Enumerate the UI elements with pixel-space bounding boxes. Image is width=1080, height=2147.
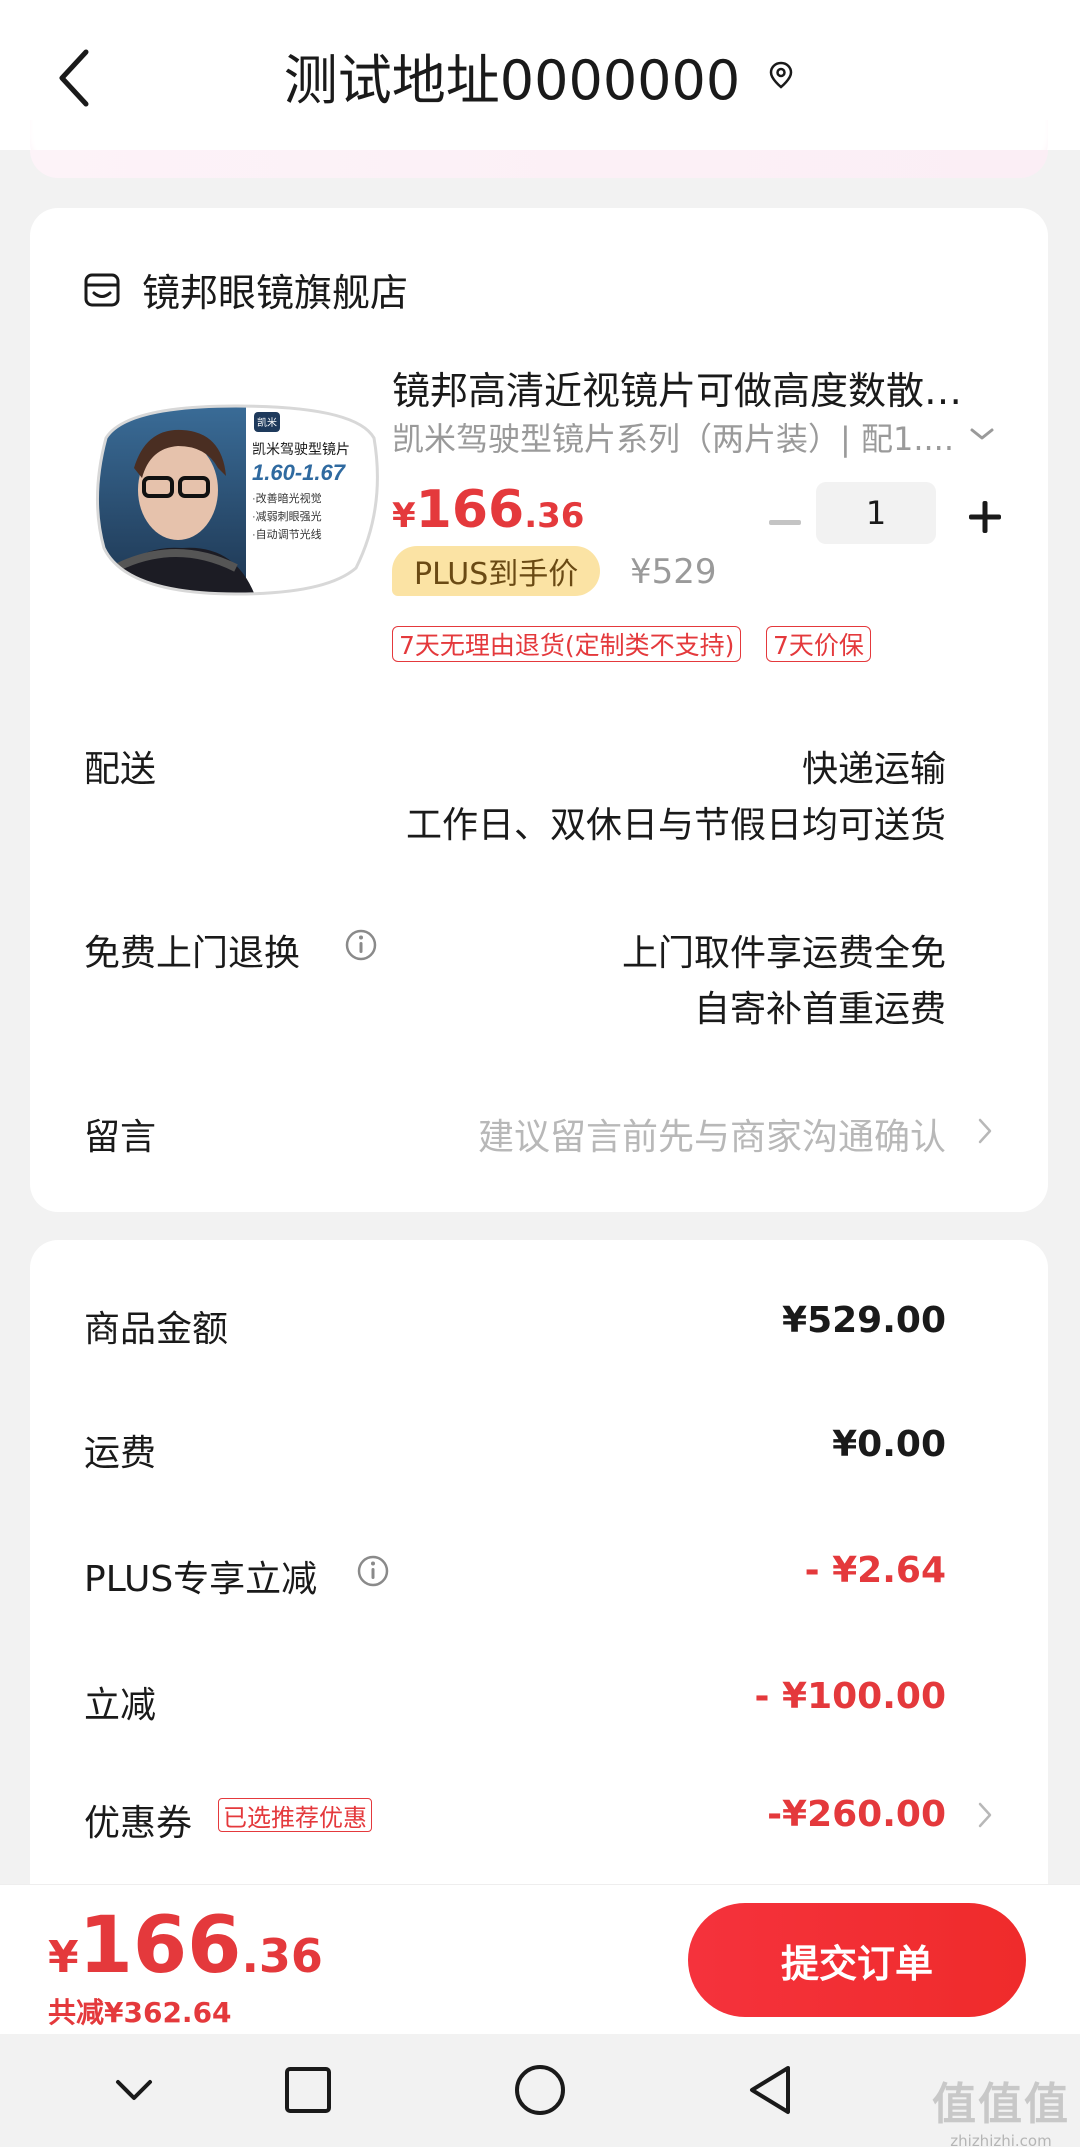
chevron-down-icon — [116, 2080, 152, 2100]
total-discount: 共减¥362.64 — [48, 1996, 232, 2029]
message-label: 留言 — [84, 1117, 157, 1158]
submit-order-button[interactable]: 提交订单 — [688, 1903, 1026, 2017]
image-index-text: 1.60-1.67 — [252, 460, 347, 485]
quantity-input[interactable]: 1 — [816, 482, 936, 544]
location-pin-icon — [769, 61, 793, 89]
return-service-label: 免费上门退换 — [84, 933, 301, 974]
delivery-label: 配送 — [84, 749, 157, 790]
price-summary-card: 商品金额 ¥529.00 运费 ¥0.00 PLUS专享立减 - ¥2.64 立… — [30, 1240, 1048, 1960]
shop-card: 镜邦眼镜旗舰店 凯米 凯米驾驶型镜片 1.60-1.67 ·改善暗光视觉 ·减弱… — [30, 208, 1048, 1212]
svg-text:·改善暗光视觉: ·改善暗光视觉 — [252, 491, 322, 505]
coupon-value[interactable]: -¥260.00 — [767, 1794, 946, 1835]
system-nav-bar: 值值值 zhizhizhi.com — [0, 2034, 1080, 2147]
site-watermark: 值值值 zhizhizhi.com — [932, 2079, 1070, 2147]
shop-name: 镜邦眼镜旗舰店 — [142, 271, 409, 315]
plus-icon — [969, 501, 1001, 533]
goods-amount-label: 商品金额 — [84, 1309, 229, 1350]
info-icon[interactable] — [356, 1554, 390, 1588]
address-selector[interactable]: 测试地址0000000 — [284, 36, 797, 115]
quantity-minus-button[interactable] — [760, 498, 810, 548]
return-service-note: 自寄补首重运费 — [693, 989, 946, 1030]
total-price: ¥166.36 — [48, 1901, 323, 1991]
delivery-method[interactable]: 快递运输 — [802, 740, 946, 792]
chevron-down-icon[interactable] — [964, 416, 1000, 452]
svg-text:·减弱刺眼强光: ·减弱刺眼强光 — [252, 509, 322, 523]
info-icon[interactable] — [344, 928, 378, 962]
address-card-tint — [30, 150, 1048, 178]
nav-collapse-button[interactable] — [104, 2060, 164, 2120]
circle-icon — [515, 2065, 565, 2115]
coupon-label: 优惠券 — [84, 1803, 193, 1844]
checkout-bar: ¥166.36 共减¥362.64 提交订单 — [0, 1884, 1080, 2034]
shop-header[interactable]: 镜邦眼镜旗舰店 — [82, 262, 408, 317]
shipping-label: 运费 — [84, 1433, 157, 1474]
product-spec[interactable]: 凯米驾驶型镜片系列（两片装）| 配1.... — [392, 414, 952, 460]
nav-back-button[interactable] — [740, 2060, 800, 2120]
image-product-name: 凯米驾驶型镜片 — [252, 441, 350, 457]
chevron-right-icon[interactable] — [974, 1114, 998, 1148]
plus-price-badge: PLUS到手价 — [392, 546, 601, 596]
address-title: 测试地址0000000 — [283, 48, 741, 112]
return-policy-tag: 7天无理由退货(定制类不支持) — [392, 626, 742, 662]
shipping-value: ¥0.00 — [832, 1424, 946, 1465]
product-price: ¥166.36 — [392, 480, 585, 540]
price-protect-tag: 7天价保 — [766, 626, 871, 662]
store-icon — [84, 273, 120, 306]
product-image[interactable]: 凯米 凯米驾驶型镜片 1.60-1.67 ·改善暗光视觉 ·减弱刺眼强光 ·自动… — [86, 398, 386, 598]
quantity-plus-button[interactable] — [960, 492, 1010, 542]
image-brand-text: 凯米 — [257, 416, 277, 429]
delivery-schedule[interactable]: 工作日、双休日与节假日均可送货 — [406, 796, 946, 848]
return-service-value: 上门取件享运费全免 — [621, 933, 946, 974]
plus-discount-label: PLUS专享立减 — [84, 1559, 318, 1600]
instant-discount-value: - ¥100.00 — [754, 1676, 946, 1717]
chevron-left-icon — [59, 49, 89, 107]
chevron-right-icon[interactable] — [974, 1798, 998, 1832]
svg-text:·自动调节光线: ·自动调节光线 — [252, 527, 322, 541]
message-input[interactable]: 建议留言前先与商家沟通确认 — [478, 1108, 946, 1160]
plus-discount-value: - ¥2.64 — [804, 1550, 946, 1591]
original-price: ¥529 — [630, 552, 717, 592]
goods-amount-value: ¥529.00 — [782, 1300, 946, 1341]
triangle-back-icon — [750, 2066, 790, 2114]
product-title[interactable]: 镜邦高清近视镜片可做高度数散… — [392, 360, 1012, 415]
minus-icon — [769, 520, 801, 525]
square-icon — [285, 2067, 331, 2113]
back-button[interactable] — [58, 46, 98, 110]
instant-discount-label: 立减 — [84, 1685, 157, 1726]
nav-home-button[interactable] — [510, 2060, 570, 2120]
coupon-recommend-tag: 已选推荐优惠 — [218, 1798, 372, 1832]
nav-recents-button[interactable] — [278, 2060, 338, 2120]
